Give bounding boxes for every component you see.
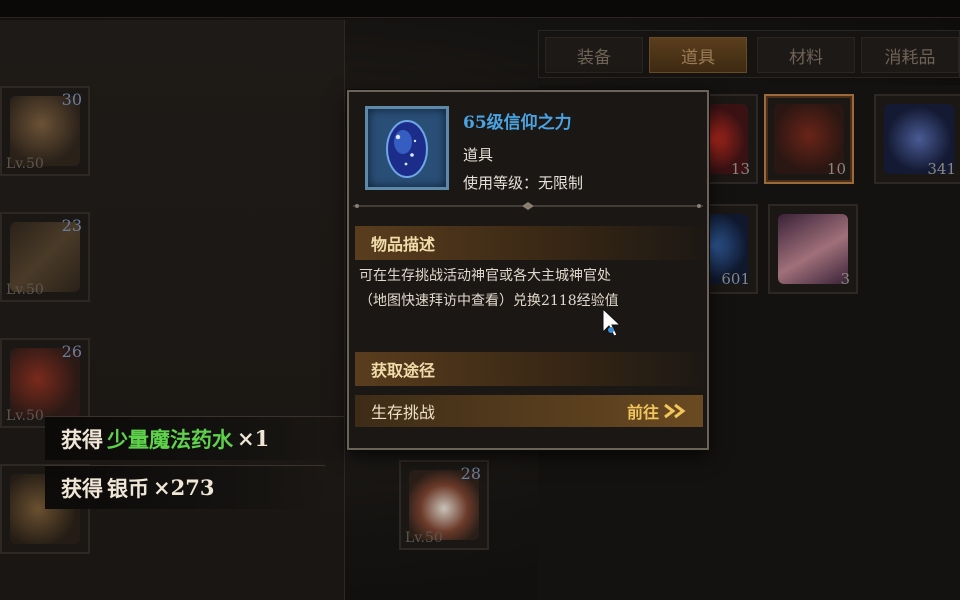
slot-count: 13 bbox=[730, 160, 750, 178]
tab-equipment[interactable]: 装备 bbox=[545, 37, 643, 73]
item-type: 道具 bbox=[463, 146, 494, 164]
slot-count: 601 bbox=[721, 270, 750, 288]
source-name: 生存挑战 bbox=[371, 403, 436, 422]
item-use-level: 使用等级：无限制 bbox=[463, 174, 584, 192]
slot-count: 30 bbox=[61, 90, 82, 109]
tab-materials[interactable]: 材料 bbox=[757, 37, 855, 73]
slot-count: 10 bbox=[826, 160, 846, 178]
gain-qty: ×1 bbox=[237, 426, 270, 451]
gain-message: 获得 银币 ×273 bbox=[45, 465, 325, 509]
source-row[interactable]: 生存挑战 前往 bbox=[355, 395, 703, 427]
blue-stone-icon bbox=[386, 120, 428, 178]
mouse-cursor-icon bbox=[602, 308, 622, 337]
desc-line: 可在生存挑战活动神官或各大主城神官处 bbox=[359, 268, 611, 284]
card-icon bbox=[778, 214, 848, 284]
slot-level: Lv.50 bbox=[6, 408, 44, 424]
slot-level: Lv.50 bbox=[6, 156, 44, 172]
slot-bow[interactable]: 23 Lv.50 bbox=[0, 212, 90, 302]
slot-count: 26 bbox=[61, 342, 82, 361]
desc-line: （地图快速拜访中查看）兑换2118经验值 bbox=[359, 293, 619, 309]
slot-count: 28 bbox=[460, 464, 481, 483]
gain-qty: ×273 bbox=[153, 475, 215, 500]
item-description: 可在生存挑战活动神官或各大主城神官处 （地图快速拜访中查看）兑换2118经验值 bbox=[359, 264, 699, 314]
gain-prefix: 获得 bbox=[61, 475, 103, 501]
desc-header: 物品描述 bbox=[355, 226, 703, 260]
gain-item: 少量魔法药水 bbox=[107, 426, 233, 452]
tab-items[interactable]: 道具 bbox=[649, 37, 747, 73]
top-bar bbox=[0, 0, 960, 18]
double-chevron-right-icon bbox=[664, 403, 686, 419]
inventory-tabs: 装备 道具 材料 消耗品 bbox=[538, 30, 960, 78]
item-tooltip: 65级信仰之力 道具 使用等级：无限制 物品描述 可在生存挑战活动神官或各大主城… bbox=[347, 90, 709, 450]
slot-armor[interactable]: 26 Lv.50 bbox=[0, 338, 90, 428]
tooltip-item-icon bbox=[365, 106, 449, 190]
slot-item[interactable]: 341 bbox=[874, 94, 960, 184]
slot-count: 3 bbox=[840, 270, 850, 288]
gain-prefix: 获得 bbox=[61, 426, 103, 452]
slot-item[interactable]: 3 bbox=[768, 204, 858, 294]
slot-item-selected[interactable]: 10 bbox=[764, 94, 854, 184]
slot-level: Lv.50 bbox=[6, 282, 44, 298]
source-header: 获取途径 bbox=[355, 352, 703, 386]
gain-message: 获得 少量魔法药水 ×1 bbox=[45, 416, 345, 460]
slot-count: 341 bbox=[927, 160, 956, 178]
slot-boots[interactable]: 28 Lv.50 bbox=[399, 460, 489, 550]
tab-consumables[interactable]: 消耗品 bbox=[861, 37, 959, 73]
gain-item: 银币 bbox=[107, 475, 149, 501]
slot-level: Lv.50 bbox=[405, 530, 443, 546]
item-name: 65级信仰之力 bbox=[463, 113, 572, 133]
ornament-divider bbox=[353, 202, 703, 210]
slot-count: 23 bbox=[61, 216, 82, 235]
go-label: 前往 bbox=[626, 403, 659, 422]
slot-helmet[interactable]: 30 Lv.50 bbox=[0, 86, 90, 176]
go-button[interactable]: 前往 bbox=[627, 399, 693, 423]
